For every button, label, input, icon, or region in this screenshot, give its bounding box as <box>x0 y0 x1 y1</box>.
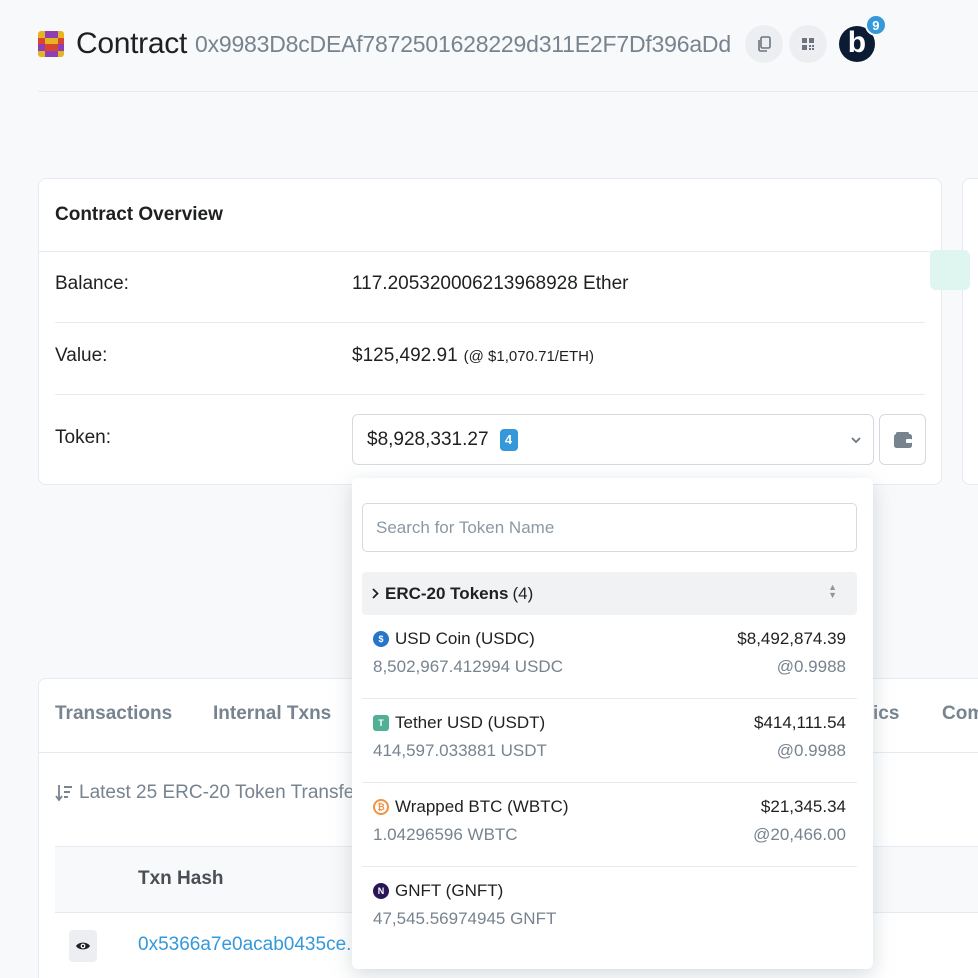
group-count: (4) <box>512 583 534 603</box>
chevron-right-icon <box>372 588 379 599</box>
tab-internal-txns[interactable]: Internal Txns <box>213 703 331 725</box>
token-name: $ USD Coin (USDC) <box>373 629 535 649</box>
column-txn-hash: Txn Hash <box>138 868 224 889</box>
eye-icon <box>76 942 90 950</box>
blockscan-logo-icon: b <box>847 25 867 59</box>
token-value: $414,111.54 <box>753 713 846 732</box>
token-quantity: 414,597.033881 USDT <box>373 741 547 760</box>
usdc-icon: $ <box>373 631 389 647</box>
token-rate: @0.9988 <box>776 657 846 676</box>
value-label: Value: <box>55 345 108 366</box>
token-name: ₿ Wrapped BTC (WBTC) <box>373 797 569 817</box>
qr-code-icon <box>801 38 814 50</box>
more-info-card <box>962 178 978 485</box>
tab-comments[interactable]: Com <box>942 703 978 725</box>
divider <box>55 394 925 395</box>
txn-hash-link[interactable]: 0x5366a7e0acab0435ce... <box>138 934 362 956</box>
tab-transactions[interactable]: Transactions <box>55 703 172 725</box>
token-quantity: 47,545.56974945 GNFT <box>373 909 557 928</box>
token-total-value: $8,928,331.27 <box>367 428 489 450</box>
blockscan-chat-button[interactable]: b 9 <box>838 14 887 62</box>
token-quantity: 1.04296596 WBTC <box>373 825 518 844</box>
usdt-icon: T <box>373 715 389 731</box>
copy-icon <box>758 36 771 52</box>
token-name: N GNFT (GNFT) <box>373 881 503 901</box>
header-divider <box>38 91 978 92</box>
copy-address-button[interactable] <box>744 25 783 63</box>
sort-icon[interactable]: ▲ ▼ <box>828 583 837 600</box>
qr-code-button[interactable] <box>788 25 827 63</box>
latest-transfers-summary: Latest 25 ERC-20 Token Transfer <box>55 782 361 804</box>
balance-label: Balance: <box>55 273 129 294</box>
method-badge <box>930 250 970 290</box>
group-label: ERC-20 Tokens <box>385 583 509 603</box>
chevron-down-icon <box>851 431 861 447</box>
balance-row: Balance: 117.205320006213968928 Ether <box>55 273 925 295</box>
latest-transfers-text: Latest 25 ERC-20 Token Transfer <box>79 782 361 803</box>
token-name: T Tether USD (USDT) <box>373 713 545 733</box>
token-item-usdc[interactable]: $ USD Coin (USDC) 8,502,967.412994 USDC … <box>362 615 857 699</box>
notification-badge: 9 <box>864 14 887 36</box>
sort-amount-icon <box>55 785 72 802</box>
contract-overview-card: Contract Overview Balance: 117.205320006… <box>38 178 942 485</box>
token-value: $21,345.34 <box>760 797 846 816</box>
page-title: Contract <box>76 27 187 60</box>
token-quantity: 8,502,967.412994 USDC <box>373 657 563 676</box>
token-item-usdt[interactable]: T Tether USD (USDT) 414,597.033881 USDT … <box>362 699 857 783</box>
divider <box>55 322 925 323</box>
contract-identicon <box>38 31 64 57</box>
token-label: Token: <box>55 427 111 448</box>
value-row: Value: $125,492.91 (@ $1,070.71/ETH) <box>55 345 925 367</box>
token-value: $8,492,874.39 <box>737 629 846 648</box>
contract-address: 0x9983D8cDEAf7872501628229d311E2F7Df396a… <box>194 30 731 57</box>
token-dropdown-menu: ERC-20 Tokens (4) ▲▼ $ USD Coin (USDC) 8… <box>352 478 873 969</box>
eth-rate: (@ $1,070.71/ETH) <box>463 347 594 365</box>
token-count-badge: 4 <box>499 428 518 451</box>
token-rate: @20,466.00 <box>753 825 846 844</box>
wbtc-icon: ₿ <box>373 799 389 815</box>
gnft-icon: N <box>373 883 389 899</box>
value-amount: $125,492.91 <box>352 345 458 366</box>
tab-analytics[interactable]: ics <box>873 703 899 725</box>
view-details-button[interactable] <box>69 930 97 962</box>
token-rate: @0.9988 <box>776 741 846 760</box>
page-header: Contract 0x9983D8cDEAf7872501628229d311E… <box>38 14 887 66</box>
token-item-wbtc[interactable]: ₿ Wrapped BTC (WBTC) 1.04296596 WBTC $21… <box>362 783 857 867</box>
balance-value: 117.205320006213968928 Ether <box>352 273 629 294</box>
view-token-holdings-button[interactable] <box>879 414 926 465</box>
token-item-gnft[interactable]: N GNFT (GNFT) 47,545.56974945 GNFT <box>362 867 857 951</box>
wallet-icon <box>893 431 912 448</box>
token-search-input[interactable] <box>362 503 857 552</box>
erc20-tokens-group-header[interactable]: ERC-20 Tokens (4) ▲ ▼ <box>362 572 857 615</box>
token-holdings-dropdown[interactable]: $8,928,331.27 4 <box>352 414 874 465</box>
card-title: Contract Overview <box>39 179 941 252</box>
